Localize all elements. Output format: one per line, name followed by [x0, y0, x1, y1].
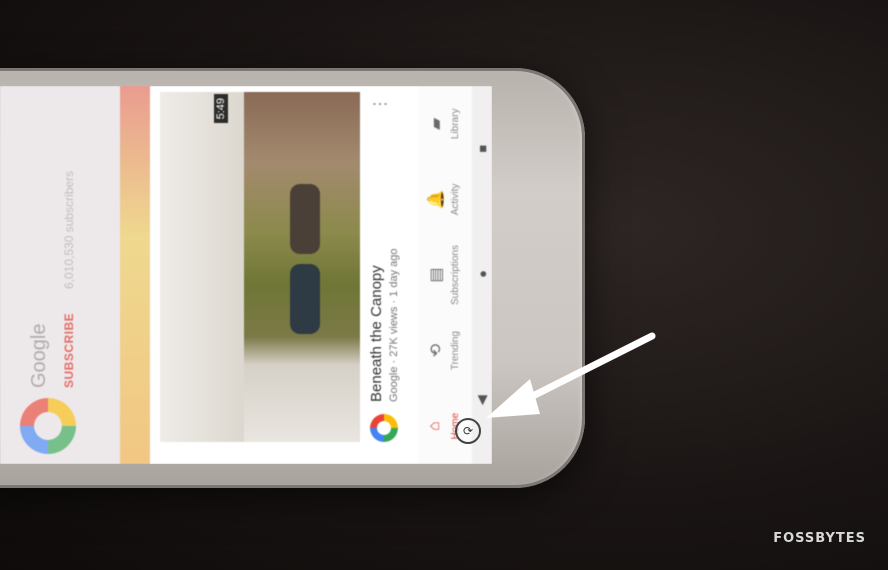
- channel-name: Google: [28, 323, 50, 389]
- phone-screen: Google SUBSCRIBE 6,010,530 subscribers 5…: [0, 86, 492, 464]
- nav-label: Subscriptions: [450, 245, 461, 306]
- nav-item-trending[interactable]: ⟲ Trending: [418, 313, 472, 389]
- watermark: FOSSBYTES: [773, 531, 866, 546]
- youtube-app: Google SUBSCRIBE 6,010,530 subscribers 5…: [0, 86, 492, 464]
- library-icon: ▰: [428, 117, 445, 130]
- more-options-icon[interactable]: ⋮: [370, 96, 390, 112]
- video-stats: Google · 27K views · 1 day ago: [388, 248, 400, 402]
- back-icon[interactable]: ◀: [474, 395, 490, 405]
- bell-icon: 🔔: [428, 189, 445, 210]
- subscriber-count: 6,010,530 subscribers: [62, 170, 76, 289]
- home-icon: ⌂: [426, 421, 443, 432]
- channel-card: Google SUBSCRIBE 6,010,530 subscribers: [0, 86, 150, 464]
- channel-banner: [120, 86, 150, 464]
- nav-label: Activity: [450, 183, 461, 216]
- video-card[interactable]: 5:49 Beneath the Canopy Google · 27K vie…: [150, 86, 418, 464]
- thumbnail-sky: [160, 92, 244, 442]
- nav-label: Library: [450, 108, 461, 140]
- trending-icon: ⟲: [428, 343, 445, 358]
- bottom-nav: ⌂ Home ⟲ Trending ▤ Subscriptions 🔔 Acti…: [418, 86, 472, 464]
- subscriptions-icon: ▤: [428, 267, 445, 283]
- channel-avatar[interactable]: [370, 414, 398, 442]
- video-title[interactable]: Beneath the Canopy: [368, 265, 385, 402]
- hiker-figure: [290, 264, 320, 334]
- video-duration: 5:49: [214, 94, 228, 124]
- hiker-figure: [290, 184, 320, 254]
- system-nav-bar: ◀ ● ■: [472, 86, 492, 464]
- nav-item-library[interactable]: ▰ Library: [418, 86, 472, 162]
- nav-item-activity[interactable]: 🔔 Activity: [418, 162, 472, 238]
- photo-scene: Google SUBSCRIBE 6,010,530 subscribers 5…: [0, 0, 888, 570]
- rotate-screen-icon[interactable]: ⟳: [455, 418, 481, 444]
- home-button-icon[interactable]: ●: [475, 270, 490, 278]
- nav-item-subscriptions[interactable]: ▤ Subscriptions: [418, 237, 472, 313]
- nav-label: Trending: [450, 331, 461, 371]
- google-logo: [20, 398, 76, 454]
- recents-icon[interactable]: ■: [475, 145, 490, 153]
- subscribe-button[interactable]: SUBSCRIBE: [62, 313, 76, 388]
